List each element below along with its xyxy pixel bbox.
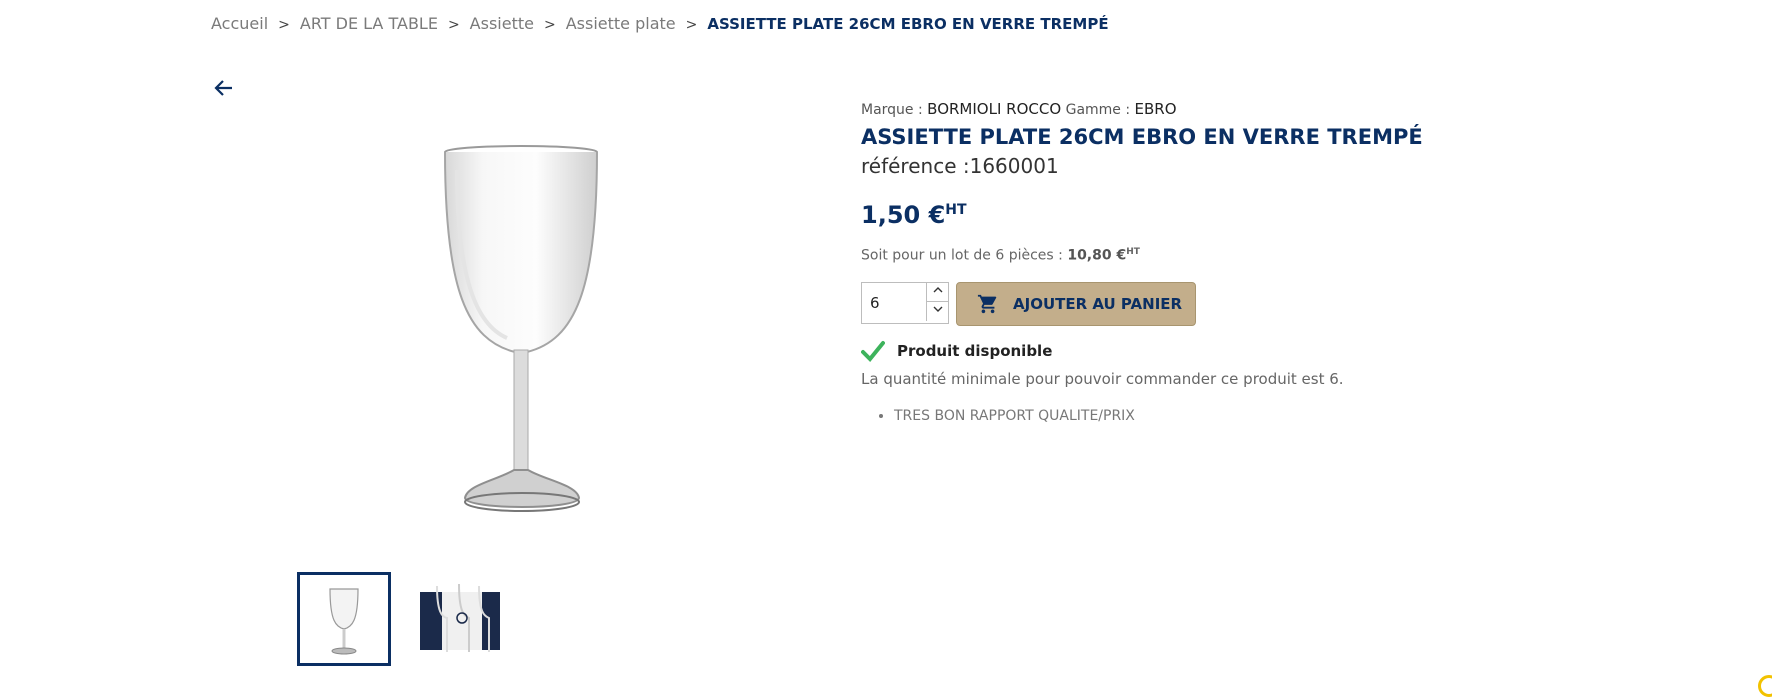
product-price: 1,50 €HT xyxy=(861,201,1661,229)
price-value: 1,50 € xyxy=(861,201,946,229)
quantity-spin xyxy=(926,282,948,323)
quantity-stepper xyxy=(861,281,949,324)
range-label: Gamme : xyxy=(1065,102,1131,118)
availability-label: Produit disponible xyxy=(897,341,1053,360)
minimum-quantity-note: La quantité minimale pour pouvoir comman… xyxy=(861,369,1344,388)
reference-value: 1660001 xyxy=(969,154,1059,178)
reference-label: référence : xyxy=(861,154,970,178)
breadcrumb-link-assiette[interactable]: Assiette xyxy=(470,14,534,33)
product-main-image xyxy=(437,140,607,515)
lot-price: 10,80 € xyxy=(1067,247,1127,264)
feature-item: TRES BON RAPPORT QUALITE/PRIX xyxy=(894,406,1661,426)
quantity-increment-button[interactable] xyxy=(926,282,948,302)
add-to-cart-button[interactable]: AJOUTER AU PANIER xyxy=(956,281,1196,326)
add-to-cart-label: AJOUTER AU PANIER xyxy=(1013,294,1183,313)
product-thumbnail-1[interactable] xyxy=(297,572,391,666)
product-reference: référence :1660001 xyxy=(861,151,1661,181)
brand-line: Marque : BORMIOLI ROCCO Gamme : EBRO xyxy=(861,96,1661,123)
breadcrumb-link-assiette-plate[interactable]: Assiette plate xyxy=(566,14,676,33)
brand-value[interactable]: BORMIOLI ROCCO xyxy=(927,100,1061,118)
product-title: ASSIETTE PLATE 26CM EBRO EN VERRE TREMPÉ xyxy=(861,125,1423,149)
breadcrumb-separator: > xyxy=(278,17,290,33)
breadcrumb-current: ASSIETTE PLATE 26CM EBRO EN VERRE TREMPÉ xyxy=(707,15,1109,33)
breadcrumb-separator: > xyxy=(543,17,556,33)
price-suffix: HT xyxy=(945,202,967,218)
quantity-input[interactable] xyxy=(862,282,932,323)
lot-price-line: Soit pour un lot de 6 pièces : 10,80 €HT xyxy=(861,247,1661,264)
breadcrumb-separator: > xyxy=(447,17,460,33)
breadcrumb-link-home[interactable]: Accueil xyxy=(211,14,268,33)
availability: Produit disponible xyxy=(861,340,1661,362)
lot-text: Soit pour un lot de 6 pièces : xyxy=(861,247,1063,264)
quantity-decrement-button[interactable] xyxy=(926,301,948,321)
add-to-cart-row: AJOUTER AU PANIER xyxy=(861,281,1661,326)
brand-label: Marque : xyxy=(861,102,923,118)
feature-list: TRES BON RAPPORT QUALITE/PRIX xyxy=(861,406,1661,426)
breadcrumb: Accueil > ART DE LA TABLE > Assiette > Assiett… xyxy=(211,14,1109,33)
corner-widget-icon[interactable] xyxy=(1758,675,1772,697)
cart-icon xyxy=(977,294,997,313)
back-button[interactable] xyxy=(212,76,236,100)
check-icon xyxy=(861,340,885,362)
chevron-down-icon xyxy=(933,306,942,312)
breadcrumb-link-art-de-la-table[interactable]: ART DE LA TABLE xyxy=(300,14,438,33)
product-info: Marque : BORMIOLI ROCCO Gamme : EBRO ASS… xyxy=(861,96,1661,426)
chevron-up-icon xyxy=(933,286,942,293)
lot-price-suffix: HT xyxy=(1126,247,1140,257)
arrow-left-icon xyxy=(214,80,232,96)
breadcrumb-separator: > xyxy=(685,17,698,33)
product-thumbnail-2[interactable] xyxy=(412,572,506,666)
range-value[interactable]: EBRO xyxy=(1135,100,1177,118)
